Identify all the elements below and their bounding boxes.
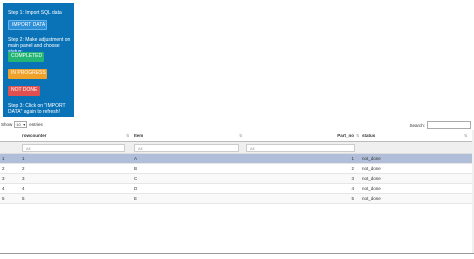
filter-item-input[interactable]: All [134,144,239,152]
table-row[interactable]: 5 5 E 5 not_done [0,194,474,204]
row-index: 3 [2,176,5,181]
filter-rowcounter-input[interactable]: All [22,144,125,152]
entries-label: entries [29,122,43,127]
row-index: 1 [2,156,5,161]
column-header-status[interactable]: status [362,130,375,141]
chevron-down-icon: ▾ [23,122,26,127]
column-header-rowcounter[interactable]: rowcounter [22,130,47,141]
import-data-button[interactable]: IMPORT DATA [8,20,47,30]
search-input[interactable] [427,121,471,129]
search-control: Search: [409,121,471,129]
cell-status: not_done [362,196,381,201]
row-index: 2 [2,166,5,171]
filter-part-no-input[interactable]: All [246,144,355,152]
sort-icon: ⇅ [356,133,360,138]
table-bottom-divider [0,253,474,254]
row-index: 5 [2,196,5,201]
table-header-row: rowcounter ⇅ Item ⇅ Part_no ⇅ status ⇅ [0,130,474,142]
search-label: Search: [409,122,425,128]
step1-text: Step 1: Import SQL data [8,10,62,16]
cell-item: D [134,186,138,191]
cell-rowcounter: 3 [22,176,25,181]
entries-value: 10 [16,122,21,127]
in-progress-button[interactable]: IN PROGRESS [8,69,47,79]
cell-status: not_done [362,156,381,161]
filter-row: All All All [0,142,474,154]
table-row[interactable]: 1 1 A 1 not_done [0,154,474,164]
cell-status: not_done [362,166,381,171]
sort-icon: ⇅ [239,133,243,138]
cell-item: E [134,196,138,201]
data-table: rowcounter ⇅ Item ⇅ Part_no ⇅ status ⇅ A… [0,130,474,204]
cell-item: C [134,176,138,181]
cell-rowcounter: 1 [22,156,25,161]
cell-part-no: 3 [351,176,354,181]
cell-status: not_done [362,186,381,191]
column-header-part-no[interactable]: Part_no [246,130,354,141]
cell-part-no: 1 [351,156,354,161]
sidebar-panel: Step 1: Import SQL data IMPORT DATA Step… [3,3,74,117]
not-done-button[interactable]: NOT DONE [8,86,40,96]
length-control: Show 10 ▾ entries [1,121,43,128]
row-index: 4 [2,186,5,191]
sort-icon: ⇅ [126,133,130,138]
cell-part-no: 5 [351,196,354,201]
entries-select[interactable]: 10 ▾ [14,121,28,128]
table-row[interactable]: 4 4 D 4 not_done [0,184,474,194]
step3-text: Step 3: Click on "IMPORT DATA" again to … [8,103,66,115]
table-row[interactable]: 2 2 B 2 not_done [0,164,474,174]
cell-part-no: 2 [351,166,354,171]
cell-item: A [134,156,138,161]
completed-button[interactable]: COMPLETED [8,52,44,62]
cell-rowcounter: 4 [22,186,25,191]
show-label: Show [1,122,13,127]
cell-part-no: 4 [351,186,354,191]
cell-status: not_done [362,176,381,181]
cell-item: B [134,166,138,171]
cell-rowcounter: 5 [22,196,25,201]
cell-rowcounter: 2 [22,166,25,171]
table-row[interactable]: 3 3 C 3 not_done [0,174,474,184]
sort-icon: ⇅ [464,133,468,138]
column-header-item[interactable]: Item [134,130,143,141]
